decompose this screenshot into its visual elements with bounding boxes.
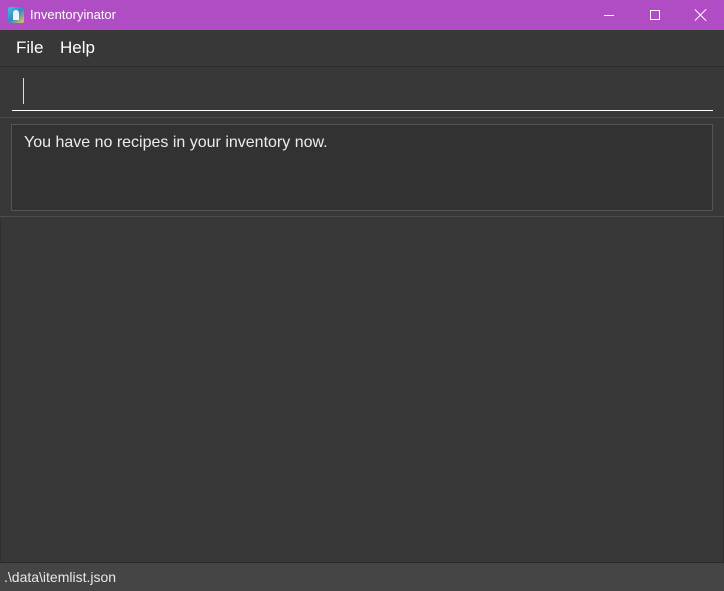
- title-bar: Inventoryinator: [0, 0, 724, 30]
- maximize-icon: [650, 10, 660, 20]
- command-input[interactable]: [12, 77, 713, 111]
- maximize-button[interactable]: [632, 0, 678, 30]
- close-button[interactable]: [678, 0, 724, 30]
- status-bar: .\data\itemlist.json: [0, 562, 724, 591]
- app-logo-icon: [8, 7, 24, 23]
- menu-help[interactable]: Help: [52, 30, 103, 66]
- minimize-button[interactable]: [586, 0, 632, 30]
- window-title: Inventoryinator: [30, 7, 116, 22]
- item-list-panel: [0, 218, 724, 562]
- menu-bar: File Help: [0, 30, 724, 66]
- text-caret: [23, 78, 24, 104]
- result-message: You have no recipes in your inventory no…: [24, 134, 328, 151]
- save-location-text: .\data\itemlist.json: [4, 569, 117, 585]
- result-display-panel: You have no recipes in your inventory no…: [0, 118, 724, 217]
- menu-file[interactable]: File: [8, 30, 51, 66]
- result-display: You have no recipes in your inventory no…: [11, 124, 713, 211]
- minimize-icon: [604, 14, 614, 16]
- close-icon: [695, 9, 707, 21]
- command-box-panel: [0, 66, 724, 118]
